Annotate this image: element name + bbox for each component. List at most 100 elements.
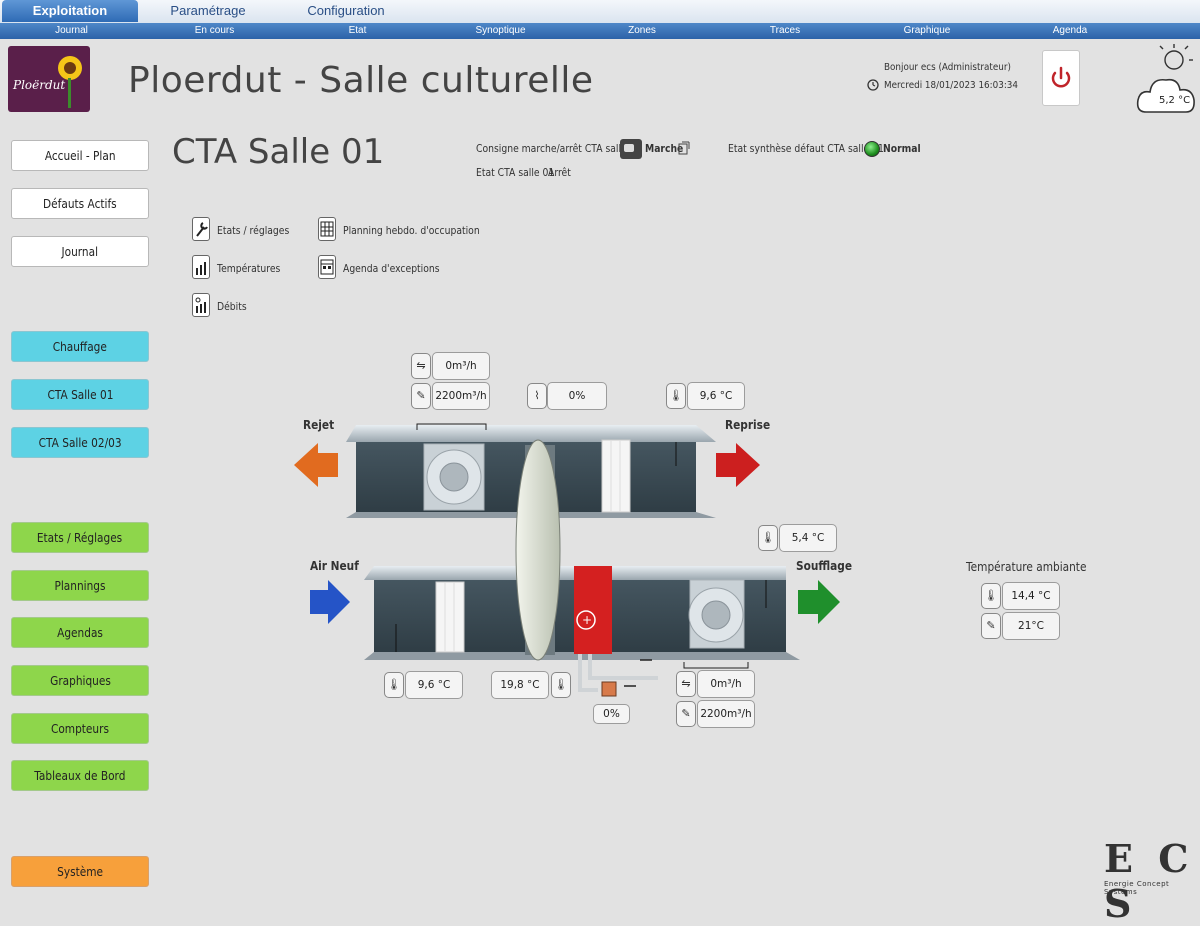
nav-label: Etats / Réglages <box>37 531 123 545</box>
nav-compteurs[interactable]: Compteurs <box>11 713 149 744</box>
nav-label: Journal <box>61 245 99 259</box>
calendar-icon[interactable] <box>318 255 336 279</box>
extract-flow-value: 0m³/h <box>432 352 490 380</box>
section-title: CTA Salle 01 <box>172 132 385 172</box>
submenu-zones[interactable]: Zones <box>572 23 712 39</box>
edit-setpoint-icon[interactable]: ✎ <box>676 701 696 727</box>
page-title: Ploerdut - Salle culturelle <box>128 60 594 101</box>
nav-label: Tableaux de Bord <box>34 769 126 783</box>
air-neuf-temperature: 9,6 °C <box>405 671 463 699</box>
flow-measure-icon: ⇋ <box>411 353 431 379</box>
supply-flow-value: 0m³/h <box>697 670 755 698</box>
defaut-value: Normal <box>883 143 921 155</box>
reprise-temperature: 9,6 °C <box>687 382 745 410</box>
soufflage-arrow <box>798 580 840 624</box>
nav-chauffage[interactable]: Chauffage <box>11 331 149 362</box>
edit-setpoint-icon[interactable]: ✎ <box>411 383 431 409</box>
air-neuf-arrow <box>310 580 350 624</box>
nav-tableaux-de-bord[interactable]: Tableaux de Bord <box>11 760 149 791</box>
recovery-percent: 0% <box>547 382 607 410</box>
nav-label: Défauts Actifs <box>43 197 117 211</box>
switch-icon <box>620 139 642 159</box>
flow-chart-icon[interactable] <box>192 293 210 317</box>
extract-duct-top <box>346 425 716 442</box>
label-reprise: Reprise <box>725 418 771 432</box>
nav-journal[interactable]: Journal <box>11 236 149 267</box>
ambient-label: Température ambiante <box>966 560 1087 574</box>
submenu-etat[interactable]: Etat <box>286 23 429 39</box>
etat-label: Etat CTA salle 01 <box>476 167 555 179</box>
after-recovery-temperature: 19,8 °C <box>491 671 549 699</box>
edit-command-icon[interactable] <box>677 140 691 156</box>
nav-label: Agendas <box>57 626 103 640</box>
label-soufflage: Soufflage <box>796 559 853 573</box>
extract-fan <box>439 462 469 492</box>
link-debits[interactable]: Débits <box>217 301 247 313</box>
link-agenda[interactable]: Agenda d'exceptions <box>343 263 440 275</box>
thermometer-chart-icon[interactable] <box>192 255 210 279</box>
nav-cta-salle-01[interactable]: CTA Salle 01 <box>11 379 149 410</box>
thermometer-icon: 🌡 <box>384 672 404 698</box>
wrench-icon[interactable] <box>192 217 210 241</box>
submenu-agenda[interactable]: Agenda <box>1000 23 1140 39</box>
submenu-traces[interactable]: Traces <box>715 23 855 39</box>
recovery-wheel <box>515 439 561 661</box>
heating-coil <box>574 566 612 654</box>
tab-configuration[interactable]: Configuration <box>278 0 414 22</box>
nav-label: CTA Salle 02/03 <box>38 436 122 450</box>
planning-grid-icon[interactable] <box>318 217 336 241</box>
logo-text: Ploërdut <box>13 78 66 92</box>
link-etats-reglages[interactable]: Etats / réglages <box>217 225 289 237</box>
nav-accueil-plan[interactable]: Accueil - Plan <box>11 140 149 171</box>
submenu-journal[interactable]: Journal <box>0 23 143 39</box>
supply-fan <box>701 600 731 630</box>
nav-agendas[interactable]: Agendas <box>11 617 149 648</box>
site-logo[interactable]: Ploërdut <box>8 46 90 112</box>
tab-exploitation[interactable]: Exploitation <box>2 0 138 22</box>
thermometer-icon: 🌡 <box>981 583 1001 609</box>
flow-measure-icon: ⇋ <box>676 671 696 697</box>
status-led-icon <box>864 141 880 157</box>
nav-graphiques[interactable]: Graphiques <box>11 665 149 696</box>
label-rejet: Rejet <box>303 418 335 432</box>
consigne-label: Consigne marche/arrêt CTA salle 01 <box>476 143 642 155</box>
alarm-clock-icon <box>867 79 879 91</box>
defaut-label: Etat synthèse défaut CTA salle 01 <box>728 143 884 155</box>
thermometer-icon: 🌡 <box>551 672 571 698</box>
power-icon <box>1051 66 1071 88</box>
submenu-en-cours[interactable]: En cours <box>143 23 286 39</box>
nav-plannings[interactable]: Plannings <box>11 570 149 601</box>
svg-text:+: + <box>582 613 592 627</box>
ambient-setpoint[interactable]: 21°C <box>1002 612 1060 640</box>
thermometer-icon: 🌡 <box>666 383 686 409</box>
thermometer-icon: 🌡 <box>758 525 778 551</box>
submenu-synoptique[interactable]: Synoptique <box>429 23 572 39</box>
nav-label: CTA Salle 01 <box>47 388 113 402</box>
tab-parametrage[interactable]: Paramétrage <box>140 0 276 22</box>
logout-button[interactable] <box>1042 50 1080 106</box>
edit-setpoint-icon[interactable]: ✎ <box>981 613 1001 639</box>
supply-flow-setpoint[interactable]: 2200m³/h <box>697 700 755 728</box>
nav-label: Accueil - Plan <box>44 149 116 163</box>
etat-value: Arrêt <box>548 167 571 179</box>
weather-cloud-icon <box>1136 44 1195 113</box>
nav-label: Système <box>57 865 103 879</box>
extract-flow-setpoint[interactable]: 2200m³/h <box>432 382 490 410</box>
nav-systeme[interactable]: Système <box>11 856 149 887</box>
valve-percent: 0% <box>593 704 630 724</box>
nav-label: Chauffage <box>52 340 108 354</box>
pulse-icon: ⌇ <box>527 383 547 409</box>
nav-etats-reglages[interactable]: Etats / Réglages <box>11 522 149 553</box>
label-air-neuf: Air Neuf <box>310 559 359 573</box>
nav-defauts-actifs[interactable]: Défauts Actifs <box>11 188 149 219</box>
outside-temperature: 5,2 °C <box>1159 95 1191 106</box>
link-planning[interactable]: Planning hebdo. d'occupation <box>343 225 480 237</box>
user-greeting: Bonjour ecs (Administrateur) <box>884 62 1011 73</box>
nav-cta-salle-02-03[interactable]: CTA Salle 02/03 <box>11 427 149 458</box>
nav-label: Plannings <box>54 579 106 593</box>
nav-label: Graphiques <box>49 674 111 688</box>
submenu-graphique[interactable]: Graphique <box>857 23 997 39</box>
link-temperatures[interactable]: Températures <box>217 263 280 275</box>
ambient-temperature: 14,4 °C <box>1002 582 1060 610</box>
reprise-arrow <box>716 443 760 487</box>
